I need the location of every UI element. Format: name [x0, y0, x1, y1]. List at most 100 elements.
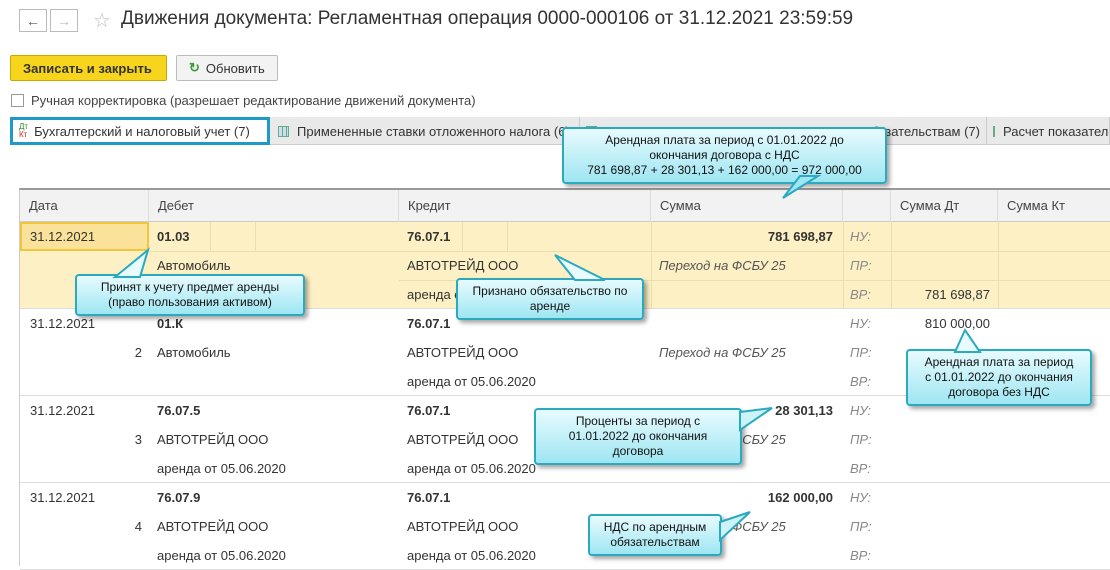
callout-text: окончания договора с НДС	[649, 148, 800, 162]
callout-without-vat: Арендная плата за период с 01.01.2022 до …	[906, 349, 1092, 406]
callout-text: (право пользования активом)	[108, 295, 272, 309]
callout-text: с 01.01.2022 до окончания	[925, 370, 1073, 384]
cell-debit-subconto: АВТОТРЕЙД ООО	[157, 432, 269, 447]
label-pr: ПР:	[850, 258, 872, 273]
cell-sum: 162 000,00	[767, 490, 833, 505]
cell-row-number: 3	[134, 432, 142, 447]
cell-credit-subconto: аренда от 05.06.2020	[407, 461, 536, 476]
label-nu: НУ:	[850, 229, 872, 244]
callout-text: НДС по арендным	[603, 520, 707, 534]
label-vr: ВР:	[850, 287, 871, 302]
refresh-button[interactable]: ↻ Обновить	[176, 55, 278, 81]
col-sum-kt[interactable]: Сумма Кт	[998, 190, 1110, 222]
cell-debit-account: 01.03	[157, 229, 190, 244]
cell-debit-account: 76.07.5	[157, 403, 201, 418]
grid-icon	[993, 125, 995, 137]
grid-icon	[278, 125, 289, 137]
callout-text: Арендная плата за период	[924, 355, 1074, 369]
callout-text: 781 698,87 + 28 301,13 + 162 000,00 = 97…	[587, 163, 862, 177]
tab-label: Расчет показателей	[1003, 123, 1109, 139]
callout-tail	[953, 327, 982, 353]
callout-text: договора	[612, 444, 664, 458]
label-pr: ПР:	[850, 345, 872, 360]
cell-credit-subconto: АВТОТРЕЙД ООО	[407, 519, 519, 534]
callout-tail	[719, 511, 751, 543]
forward-button[interactable]: →	[50, 9, 78, 32]
callout-tail	[112, 247, 150, 278]
col-debit[interactable]: Дебет	[149, 190, 399, 222]
cell-credit-account: 76.07.1	[407, 490, 451, 505]
label-vr: ВР:	[850, 461, 871, 476]
label-nu: НУ:	[850, 490, 872, 505]
cell-date: 31.12.2021	[30, 490, 96, 505]
col-sum[interactable]: Сумма	[651, 190, 843, 222]
label-vr: ВР:	[850, 374, 871, 389]
tab-indicators[interactable]: Расчет показателей	[987, 117, 1110, 145]
cell-credit-account: 76.07.1	[407, 229, 451, 244]
cell-sum: 28 301,13	[775, 403, 833, 418]
cell-debit-account: 76.07.9	[157, 490, 201, 505]
callout-vat: НДС по арендным обязательствам	[588, 514, 722, 556]
col-date[interactable]: Дата	[20, 190, 149, 222]
page-title: Движения документа: Регламентная операци…	[121, 8, 854, 29]
callout-tail	[554, 254, 606, 281]
callout-text: аренде	[529, 299, 571, 313]
cell-divider	[651, 222, 652, 309]
callout-liability: Признано обязательство по аренде	[456, 278, 644, 320]
manual-edit-label: Ручная корректировка (разрешает редактир…	[31, 93, 476, 108]
callout-interest: Проценты за период с 01.01.2022 до оконча…	[534, 408, 742, 465]
tab-label: Примененные ставки отложенного налога (6…	[297, 123, 570, 139]
cell-divider	[843, 222, 844, 309]
callout-tail	[739, 407, 773, 432]
callout-text: 01.01.2022 до окончания	[568, 429, 708, 443]
cell-debit-subconto: Автомобиль	[157, 345, 231, 360]
callout-text: Проценты за период с	[575, 414, 701, 428]
cell-credit-subconto: АВТОТРЕЙД ООО	[407, 345, 519, 360]
col-label	[843, 190, 891, 222]
cell-row-number: 4	[134, 519, 142, 534]
cell-debit-subconto: аренда от 05.06.2020	[157, 461, 286, 476]
callout-text: обязательствам	[610, 535, 700, 549]
cell-credit-subconto: АВТОТРЕЙД ООО	[407, 432, 519, 447]
callout-text: Арендная плата за период с 01.01.2022 до	[605, 133, 844, 147]
tab-bar: Дт Кт Бухгалтерский и налоговый учет (7) П…	[10, 117, 1110, 145]
tab-label: Бухгалтерский и налоговый учет (7)	[34, 123, 250, 139]
manual-edit-checkbox[interactable]	[11, 94, 24, 107]
col-sum-dt[interactable]: Сумма Дт	[891, 190, 998, 222]
save-close-button[interactable]: Записать и закрыть	[10, 55, 167, 81]
callout-text: договора без НДС	[948, 385, 1050, 399]
tab-deferred-tax-rates[interactable]: Примененные ставки отложенного налога (6…	[272, 117, 580, 145]
cell-row-number: 2	[134, 345, 142, 360]
cell-content: Переход на ФСБУ 25	[659, 345, 786, 360]
arrow-right-icon: →	[57, 12, 71, 29]
callout-text: Принят к учету предмет аренды	[100, 280, 280, 294]
back-button[interactable]: ←	[19, 9, 47, 32]
cell-divider	[507, 222, 508, 251]
label-nu: НУ:	[850, 403, 872, 418]
cell-divider	[462, 222, 463, 251]
cell-credit-subconto: аренда от 05.06.2020	[407, 374, 536, 389]
label-nu: НУ:	[850, 316, 872, 331]
callout-total-with-vat: Арендная плата за период с 01.01.2022 до…	[562, 127, 887, 184]
cell-divider	[255, 222, 256, 251]
dt-kt-icon: Дт Кт	[19, 122, 29, 139]
cell-sum: 781 698,87	[767, 229, 833, 244]
table-row[interactable]: 31.12.2021 4 76.07.9 АВТОТРЕЙД ООО аренда от…	[20, 483, 1110, 570]
callout-tail	[782, 175, 822, 199]
refresh-label: Обновить	[205, 60, 265, 76]
col-credit[interactable]: Кредит	[399, 190, 651, 222]
star-icon[interactable]: ☆	[93, 8, 111, 33]
cell-divider	[210, 222, 211, 251]
cell-vr-sum-dt: 781 698,87	[924, 287, 990, 302]
cell-divider	[998, 222, 999, 309]
cell-debit-subconto: АВТОТРЕЙД ООО	[157, 519, 269, 534]
cell-credit-subconto: АВТОТРЕЙД ООО	[407, 258, 519, 273]
label-pr: ПР:	[850, 519, 872, 534]
arrow-left-icon: ←	[26, 12, 40, 29]
tab-accounting[interactable]: Дт Кт Бухгалтерский и налоговый учет (7)	[10, 117, 270, 145]
cell-date: 31.12.2021	[30, 229, 96, 244]
cell-credit-account: 76.07.1	[407, 403, 451, 418]
cell-divider	[891, 222, 892, 309]
label-pr: ПР:	[850, 432, 872, 447]
refresh-icon: ↻	[189, 60, 200, 75]
